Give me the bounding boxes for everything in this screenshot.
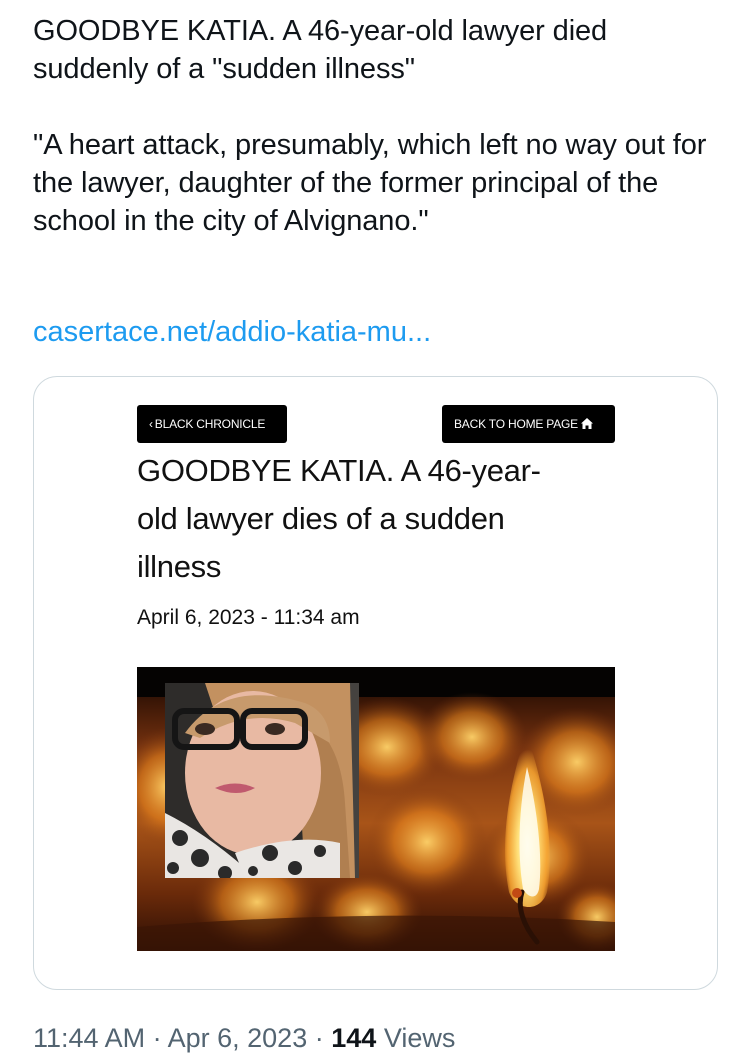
black-chronicle-button[interactable]: ‹ BLACK CHRONICLE xyxy=(137,405,287,443)
article-hero-image xyxy=(137,667,615,951)
portrait-photo xyxy=(165,683,359,878)
views-label: Views xyxy=(383,1023,456,1053)
back-to-home-label: BACK TO HOME PAGE xyxy=(454,417,578,431)
tweet-text-paragraph-2: "A heart attack, presumably, which left … xyxy=(33,129,707,237)
tweet-text: GOODBYE KATIA. A 46-year-old lawyer died… xyxy=(33,12,723,240)
portrait-image xyxy=(165,683,359,878)
back-to-home-button[interactable]: BACK TO HOME PAGE xyxy=(442,405,615,443)
tweet-time[interactable]: 11:44 AM xyxy=(33,1023,145,1053)
home-icon xyxy=(580,406,593,444)
article-link[interactable]: casertace.net/addio-katia-mu... xyxy=(33,313,431,351)
article-date: April 6, 2023 - 11:34 am xyxy=(137,606,360,629)
tweet-date[interactable]: Apr 6, 2023 xyxy=(168,1023,308,1053)
meta-separator-1: · xyxy=(152,1023,162,1053)
black-chronicle-label: BLACK CHRONICLE xyxy=(154,417,266,431)
link-preview-card[interactable]: ‹ BLACK CHRONICLE BACK TO HOME PAGE GOODB… xyxy=(33,376,718,990)
tweet-meta: 11:44 AM · Apr 6, 2023 · 144 Views xyxy=(33,1020,455,1056)
meta-separator-2: · xyxy=(314,1023,324,1053)
article-title: GOODBYE KATIA. A 46-year-old lawyer dies… xyxy=(137,453,541,584)
tweet-text-paragraph-1: GOODBYE KATIA. A 46-year-old lawyer died… xyxy=(33,15,608,85)
views-count[interactable]: 144 xyxy=(331,1023,376,1053)
chevron-left-icon: ‹ xyxy=(149,417,153,431)
